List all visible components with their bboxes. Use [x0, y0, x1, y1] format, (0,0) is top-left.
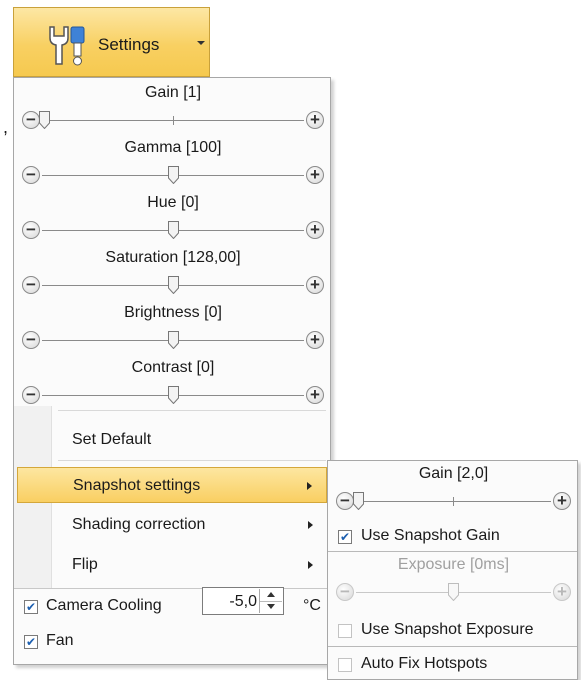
chevron-right-icon: [308, 521, 313, 529]
slider-thumb[interactable]: [167, 386, 179, 404]
contrast-label: Contrast [0]: [131, 359, 215, 376]
spin-down-icon[interactable]: [260, 601, 282, 613]
slider-thumb[interactable]: [167, 276, 179, 294]
gain-label: Gain [1]: [144, 84, 202, 101]
decrease-icon[interactable]: −: [336, 492, 354, 510]
slider-thumb[interactable]: [38, 111, 50, 129]
slider-thumb[interactable]: [167, 331, 179, 349]
increase-icon[interactable]: +: [306, 276, 324, 294]
use-snapshot-gain-label: Use Snapshot Gain: [361, 527, 500, 544]
snapshot-settings-submenu: Gain [2,0] − + ✔ Use Snapshot Gain Expos…: [327, 460, 578, 680]
gamma-slider[interactable]: Gamma [100] − +: [14, 139, 332, 191]
slider-thumb: [448, 583, 459, 601]
contrast-slider[interactable]: Contrast [0] − +: [14, 359, 332, 411]
auto-fix-hotspots-checkbox[interactable]: [338, 658, 352, 672]
settings-label: Settings: [98, 35, 160, 54]
saturation-slider[interactable]: Saturation [128,00] − +: [14, 249, 332, 301]
hue-slider[interactable]: Hue [0] − +: [14, 194, 332, 246]
increase-icon: +: [553, 583, 571, 601]
settings-menu: Gain [1] − + Gamma [100] − + Hue [0] − +…: [13, 77, 331, 665]
brightness-slider[interactable]: Brightness [0] − +: [14, 304, 332, 356]
decrease-icon[interactable]: −: [22, 331, 40, 349]
camera-cooling-spinbox[interactable]: -5,0: [202, 587, 284, 615]
exposure-label: Exposure [0ms]: [397, 556, 510, 573]
brightness-label: Brightness [0]: [124, 304, 222, 321]
camera-cooling-unit: °C: [303, 597, 321, 614]
saturation-label: Saturation [128,00]: [105, 249, 241, 266]
decrease-icon[interactable]: −: [22, 221, 40, 239]
increase-icon[interactable]: +: [306, 111, 324, 129]
fan-checkbox[interactable]: ✔: [24, 635, 38, 649]
use-snapshot-exposure-label: Use Snapshot Exposure: [361, 621, 534, 638]
exposure-slider: Exposure [0ms] − +: [328, 556, 579, 608]
decrease-icon[interactable]: −: [22, 276, 40, 294]
chevron-right-icon: [308, 561, 313, 569]
hue-label: Hue [0]: [147, 194, 199, 211]
increase-icon[interactable]: +: [306, 331, 324, 349]
fan-label: Fan: [46, 632, 74, 649]
decrease-icon: −: [336, 583, 354, 601]
snapshot-gain-label: Gain [2,0]: [418, 465, 489, 482]
wrench-icon: [49, 26, 85, 66]
use-snapshot-exposure-checkbox: [338, 624, 352, 638]
camera-cooling-label: Camera Cooling: [46, 597, 162, 614]
decrease-icon[interactable]: −: [22, 386, 40, 404]
increase-icon[interactable]: +: [306, 386, 324, 404]
auto-fix-hotspots-label: Auto Fix Hotspots: [361, 655, 488, 672]
menu-item-shading-correction[interactable]: Shading correction: [17, 507, 327, 543]
decrease-icon[interactable]: −: [22, 111, 40, 129]
menu-item-set-default[interactable]: Set Default: [17, 422, 327, 458]
increase-icon[interactable]: +: [306, 166, 324, 184]
use-snapshot-gain-checkbox[interactable]: ✔: [338, 530, 352, 544]
settings-dropdown-button[interactable]: Settings: [13, 7, 210, 77]
gamma-label: Gamma [100]: [124, 139, 222, 156]
chevron-down-icon: [197, 41, 205, 45]
snapshot-gain-slider[interactable]: Gain [2,0] − +: [328, 465, 579, 517]
menu-separator: [58, 410, 326, 411]
chevron-right-icon: [307, 482, 312, 490]
menu-item-snapshot-settings[interactable]: Snapshot settings: [17, 467, 327, 503]
increase-icon[interactable]: +: [306, 221, 324, 239]
slider-thumb[interactable]: [352, 492, 364, 510]
increase-icon[interactable]: +: [553, 492, 571, 510]
gain-slider[interactable]: Gain [1] − +: [14, 84, 332, 136]
stray-comma: ,: [3, 117, 9, 137]
submenu-separator: [328, 646, 577, 647]
slider-thumb[interactable]: [167, 166, 179, 184]
decrease-icon[interactable]: −: [22, 166, 40, 184]
camera-cooling-checkbox[interactable]: ✔: [24, 600, 38, 614]
menu-separator: [58, 460, 326, 461]
camera-cooling-value: -5,0: [229, 593, 257, 610]
submenu-separator: [328, 551, 577, 552]
slider-thumb[interactable]: [167, 221, 179, 239]
menu-item-flip[interactable]: Flip: [17, 547, 327, 583]
